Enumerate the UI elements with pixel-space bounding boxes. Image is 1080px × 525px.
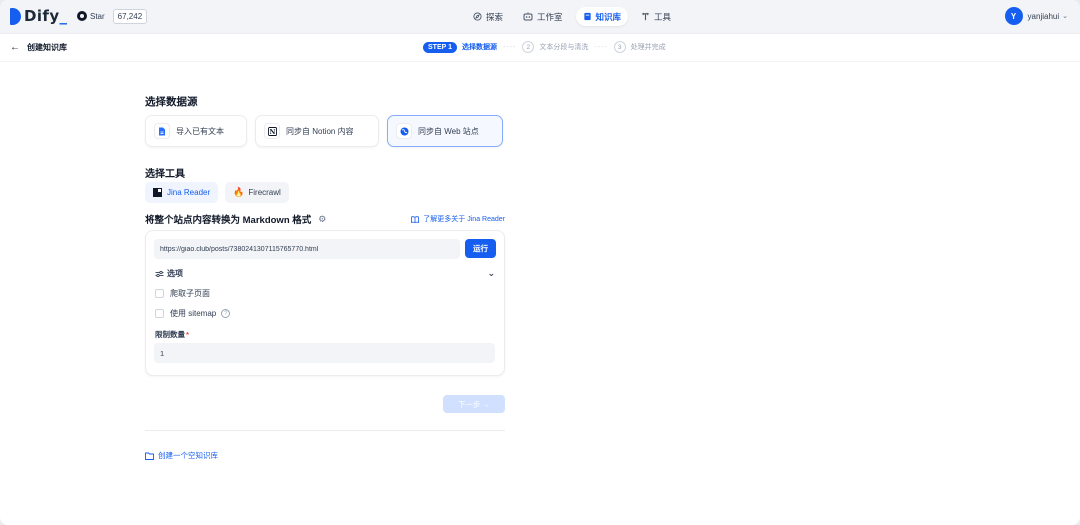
datasource-options: 导入已有文本 N 同步自 Notion 内容 同步自 Web 站点 — [145, 115, 503, 147]
tools-icon — [642, 12, 649, 21]
create-header: ← 创建知识库 STEP 1 选择数据源 ---- 2 文本分段与清洗 ----… — [0, 34, 1080, 62]
dify-logo[interactable]: Dify_ — [10, 7, 67, 25]
source-notion-label: 同步自 Notion 内容 — [286, 126, 354, 136]
app-window: Dify_ Star 67,242 探索 工作室 知识库 工具 Y yanjia… — [0, 0, 1080, 525]
knowledge-icon — [583, 12, 591, 21]
explore-icon — [473, 12, 482, 21]
nav-tools[interactable]: 工具 — [634, 7, 678, 26]
nav-studio-label: 工作室 — [537, 11, 563, 22]
brand-name: Dify — [24, 7, 60, 25]
crawl-subpages-option[interactable]: 爬取子页面 — [155, 288, 210, 299]
arrow-left-icon: ← — [10, 42, 20, 53]
use-sitemap-label: 使用 sitemap — [170, 309, 217, 318]
help-circle-icon[interactable]: ? — [221, 309, 231, 318]
step-3-label: 处理并完成 — [630, 44, 666, 51]
svg-text:N: N — [269, 128, 275, 136]
file-text-icon — [154, 123, 170, 139]
source-import-text[interactable]: 导入已有文本 — [145, 115, 247, 147]
main-nav: 探索 工作室 知识库 工具 — [466, 7, 678, 26]
nav-knowledge-label: 知识库 — [595, 11, 622, 22]
gear-icon[interactable]: ⚙ — [318, 214, 326, 225]
use-sitemap-option[interactable]: 使用 sitemap ? — [155, 308, 231, 319]
tool-firecrawl-label: Firecrawl — [248, 188, 281, 197]
tool-jina-label: Jina Reader — [167, 188, 211, 197]
nav-explore-label: 探索 — [486, 11, 504, 22]
jina-icon — [153, 188, 162, 197]
user-name: yanjiahui — [1027, 11, 1060, 21]
datasource-title: 选择数据源 — [145, 96, 198, 108]
tool-jina-reader[interactable]: Jina Reader — [145, 182, 219, 203]
fire-icon: 🔥 — [233, 187, 245, 197]
studio-icon — [523, 12, 533, 21]
nav-tools-label: 工具 — [654, 11, 672, 22]
use-sitemap-checkbox[interactable] — [155, 309, 164, 318]
step-separator: ---- — [503, 43, 517, 51]
step-2-label: 文本分段与清洗 — [539, 44, 589, 51]
github-star-button[interactable]: Star — [77, 11, 109, 21]
github-icon — [77, 11, 87, 21]
main-panel: ← 创建知识库 STEP 1 选择数据源 ---- 2 文本分段与清洗 ----… — [0, 33, 1080, 525]
brand-suffix: _ — [59, 7, 68, 25]
chevron-down-icon: ⌄ — [1062, 13, 1068, 20]
stepper: STEP 1 选择数据源 ---- 2 文本分段与清洗 ---- 3 处理并完成 — [423, 41, 666, 53]
divider — [145, 430, 505, 431]
crawl-subpages-checkbox[interactable] — [155, 289, 164, 298]
source-import-text-label: 导入已有文本 — [176, 126, 224, 136]
crawler-card: 运行 选项 ⌄ 爬取子页面 使用 sitemap ? — [145, 230, 505, 376]
folder-icon — [145, 452, 154, 460]
next-step-button[interactable]: 下一步 → — [443, 395, 505, 413]
github-star-count[interactable]: 67,242 — [112, 8, 148, 24]
required-marker: * — [186, 330, 189, 339]
nav-studio[interactable]: 工作室 — [516, 7, 570, 26]
options-toggle[interactable]: 选项 ⌄ — [155, 268, 495, 279]
page-title: 创建知识库 — [27, 43, 67, 52]
options-label: 选项 — [167, 269, 183, 278]
github-star-label: Star — [90, 11, 105, 21]
step-1-label: 选择数据源 — [462, 44, 497, 51]
limit-input[interactable]: 1 — [154, 343, 495, 363]
notion-icon: N — [264, 123, 280, 139]
nav-explore[interactable]: 探索 — [466, 7, 510, 26]
crawler-title: 将整个站点内容转换为 Markdown 格式 — [145, 215, 312, 226]
tool-firecrawl[interactable]: 🔥 Firecrawl — [225, 182, 289, 203]
tool-select-title: 选择工具 — [145, 169, 185, 180]
url-input[interactable] — [154, 239, 460, 259]
step-1-badge: STEP 1 — [423, 41, 457, 53]
crawl-subpages-label: 爬取子页面 — [170, 289, 210, 298]
limit-label-row: 限制数量* — [155, 329, 189, 340]
nav-knowledge[interactable]: 知识库 — [575, 7, 629, 26]
logo-mark-icon — [10, 7, 21, 25]
crawler-header: 将整个站点内容转换为 Markdown 格式 ⚙ 了解更多关于 Jina Rea… — [145, 212, 505, 227]
step-separator: ---- — [594, 43, 608, 51]
run-button[interactable]: 运行 — [465, 239, 496, 258]
learn-more-label: 了解更多关于 Jina Reader — [423, 216, 505, 223]
github-star-widget[interactable]: Star 67,242 — [77, 8, 148, 24]
create-empty-knowledge-link[interactable]: 创建一个空知识库 — [145, 450, 218, 461]
tool-options: Jina Reader 🔥 Firecrawl — [145, 182, 289, 203]
source-web[interactable]: 同步自 Web 站点 — [387, 115, 503, 147]
create-empty-label: 创建一个空知识库 — [158, 451, 218, 460]
chevron-down-icon: ⌄ — [487, 268, 495, 278]
source-notion[interactable]: N 同步自 Notion 内容 — [255, 115, 379, 147]
book-icon — [411, 215, 420, 223]
user-menu[interactable]: Y yanjiahui ⌄ — [1004, 7, 1068, 25]
source-web-label: 同步自 Web 站点 — [418, 126, 479, 136]
avatar: Y — [1004, 7, 1023, 25]
limit-label: 限制数量 — [155, 330, 185, 339]
step-2-number: 2 — [522, 41, 535, 53]
sliders-icon — [155, 270, 164, 277]
top-navigation: Dify_ Star 67,242 探索 工作室 知识库 工具 Y yanjia… — [0, 0, 1080, 33]
learn-more-link[interactable]: 了解更多关于 Jina Reader — [411, 214, 505, 224]
step-3-number: 3 — [613, 41, 626, 53]
back-button[interactable]: ← 创建知识库 — [10, 42, 67, 53]
globe-icon — [396, 123, 412, 139]
